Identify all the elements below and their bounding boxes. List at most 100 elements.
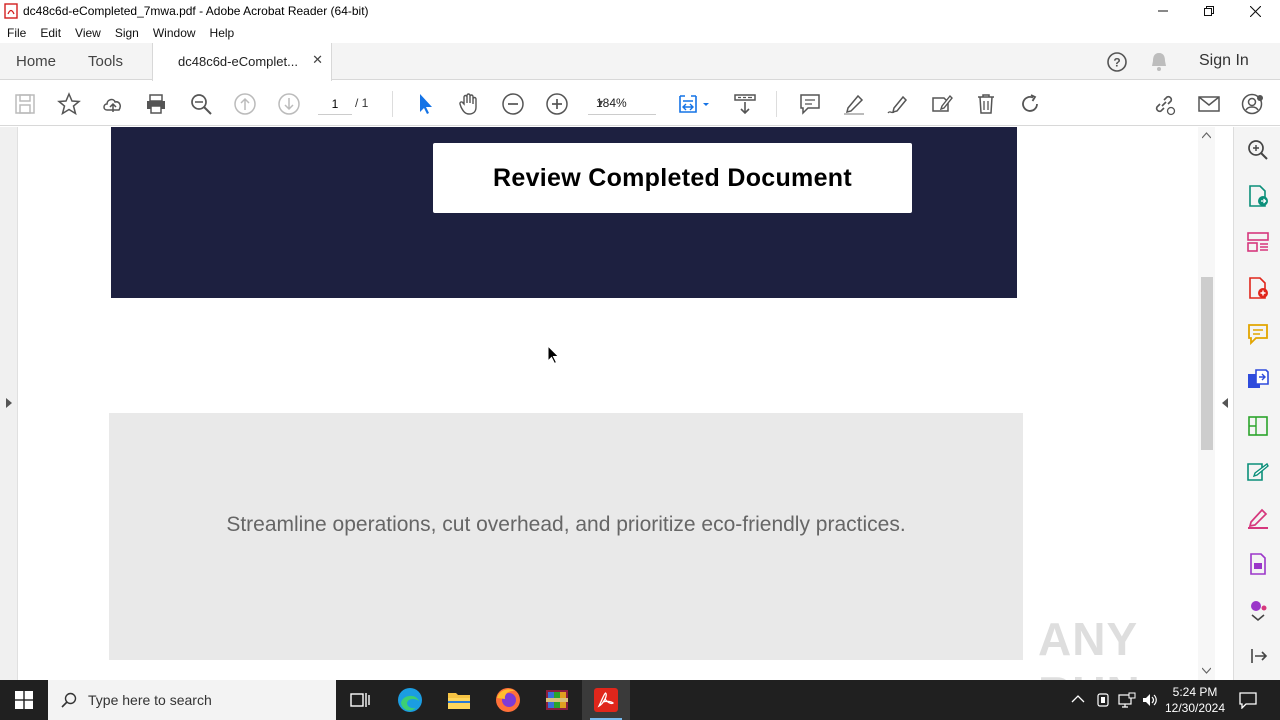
search-icon	[61, 692, 77, 708]
zoom-in-icon[interactable]	[545, 92, 569, 116]
share-link-icon[interactable]	[1152, 92, 1176, 116]
scroll-mode-icon[interactable]	[733, 92, 757, 116]
comment-tool-icon[interactable]	[1246, 322, 1270, 346]
previous-page-icon[interactable]	[233, 92, 257, 116]
winrar-icon	[546, 690, 568, 710]
device-tray-icon[interactable]	[1095, 692, 1111, 708]
system-clock[interactable]: 5:24 PM 12/30/2024	[1160, 684, 1230, 716]
help-icon[interactable]: ?	[1106, 51, 1128, 73]
mouse-pointer-icon	[547, 345, 560, 365]
delete-trash-icon[interactable]	[974, 92, 998, 116]
close-tab-icon[interactable]: ✕	[312, 52, 323, 68]
organize-pages-icon[interactable]	[1246, 230, 1270, 254]
expand-left-panel-icon[interactable]	[5, 398, 13, 408]
edit-pdf-icon[interactable]	[1246, 414, 1270, 438]
bookmark-star-icon[interactable]	[57, 92, 81, 116]
search-zoom-tool-icon[interactable]	[1246, 138, 1270, 162]
window-title: dc48c6d-eCompleted_7mwa.pdf - Adobe Acro…	[23, 4, 369, 18]
scroll-up-icon[interactable]	[1202, 132, 1211, 139]
taskbar-winrar[interactable]	[533, 680, 581, 720]
restore-button[interactable]	[1186, 0, 1232, 22]
email-icon[interactable]	[1197, 92, 1221, 116]
next-page-icon[interactable]	[277, 92, 301, 116]
tab-home[interactable]: Home	[16, 43, 56, 80]
sign-in-button[interactable]: Sign In	[1199, 52, 1249, 70]
highlight-pen-icon[interactable]	[842, 92, 866, 116]
acrobat-app-icon	[4, 3, 18, 19]
svg-text:?: ?	[1113, 56, 1120, 70]
document-viewport[interactable]: Review Completed Document Streamline ope…	[0, 127, 1233, 680]
taskbar-edge[interactable]	[386, 680, 434, 720]
document-tab-label: dc48c6d-eComplet...	[178, 54, 298, 69]
fit-page-icon[interactable]	[677, 92, 713, 116]
review-button-label: Review Completed Document	[493, 163, 852, 192]
draw-freeform-icon[interactable]	[886, 92, 910, 116]
protect-pdf-icon[interactable]	[1246, 552, 1270, 576]
page-number-input[interactable]	[318, 93, 352, 115]
right-pane-toggle-strip[interactable]	[1215, 127, 1233, 680]
more-tools-icon[interactable]	[1246, 598, 1270, 622]
acrobat-icon	[594, 688, 618, 712]
taskbar-search-box[interactable]: Type here to search	[48, 680, 336, 720]
menu-sign[interactable]: Sign	[108, 26, 146, 40]
menu-view[interactable]: View	[68, 26, 108, 40]
menu-bar: File Edit View Sign Window Help	[0, 22, 1280, 43]
anyrun-watermark: ANY RUN	[1038, 613, 1140, 680]
minimize-button[interactable]	[1140, 0, 1186, 22]
page-total: / 1	[355, 96, 369, 110]
export-pdf-icon[interactable]	[1246, 184, 1270, 208]
task-view-button[interactable]	[336, 680, 384, 720]
collapse-right-pane-icon[interactable]	[1221, 398, 1229, 408]
tab-tools[interactable]: Tools	[88, 43, 123, 80]
rotate-icon[interactable]	[1018, 92, 1042, 116]
share-user-icon[interactable]	[1241, 92, 1265, 116]
fill-sign-tool-icon[interactable]	[1246, 506, 1270, 530]
comment-icon[interactable]	[798, 92, 822, 116]
send-for-signature-icon[interactable]	[1246, 460, 1270, 484]
notification-bell-icon[interactable]	[1149, 51, 1169, 73]
edge-browser-icon	[398, 688, 422, 712]
collapse-pane-icon[interactable]	[1246, 644, 1270, 668]
save-icon[interactable]	[13, 92, 37, 116]
menu-window[interactable]: Window	[146, 26, 203, 40]
search-placeholder: Type here to search	[88, 692, 212, 708]
select-cursor-icon[interactable]	[413, 92, 437, 116]
menu-edit[interactable]: Edit	[33, 26, 68, 40]
combine-files-icon[interactable]	[1246, 368, 1270, 392]
volume-icon[interactable]	[1142, 692, 1160, 708]
close-window-button[interactable]	[1232, 0, 1278, 22]
print-icon[interactable]	[144, 92, 168, 116]
minimize-icon	[1158, 10, 1168, 12]
taskbar-acrobat-reader[interactable]	[582, 680, 630, 720]
toolbar-divider	[776, 91, 777, 117]
start-button[interactable]	[0, 680, 48, 720]
notifications-center-icon[interactable]	[1239, 691, 1257, 709]
zoom-out-icon[interactable]	[501, 92, 525, 116]
chevron-down-icon: ▼	[596, 98, 605, 108]
review-document-button[interactable]: Review Completed Document	[433, 143, 912, 213]
tray-overflow-chevron-icon[interactable]	[1071, 694, 1085, 704]
pdf-body-text: Streamline operations, cut overhead, and…	[226, 513, 906, 536]
taskbar-firefox[interactable]	[484, 680, 532, 720]
menu-help[interactable]: Help	[203, 26, 242, 40]
zoom-search-icon[interactable]	[189, 92, 213, 116]
pdf-text-block: Streamline operations, cut overhead, and…	[109, 413, 1023, 660]
scrollbar-thumb[interactable]	[1201, 277, 1213, 450]
zoom-level-select[interactable]: 184% ▼	[588, 93, 656, 115]
pdf-header-banner: Review Completed Document	[111, 127, 1017, 298]
create-pdf-icon[interactable]	[1246, 276, 1270, 300]
restore-icon	[1204, 6, 1214, 16]
firefox-icon	[496, 688, 520, 712]
menu-file[interactable]: File	[0, 26, 33, 40]
left-panel-collapsed[interactable]	[0, 127, 18, 680]
tab-document[interactable]: dc48c6d-eComplet... ✕	[152, 43, 332, 81]
taskbar-file-explorer[interactable]	[435, 680, 483, 720]
toolbar-divider	[392, 91, 393, 117]
close-icon	[1249, 5, 1261, 17]
upload-cloud-icon[interactable]	[101, 92, 125, 116]
hand-tool-icon[interactable]	[457, 92, 481, 116]
right-tools-pane	[1233, 127, 1280, 680]
fill-sign-icon[interactable]	[930, 92, 954, 116]
toolbar: / 1 184% ▼	[0, 81, 1280, 126]
network-icon[interactable]	[1118, 692, 1136, 708]
